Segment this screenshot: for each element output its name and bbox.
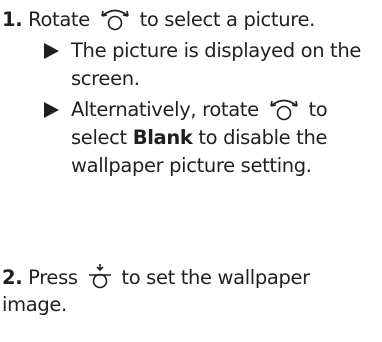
- press-dial-icon: [86, 263, 114, 297]
- rotate-dial-icon: [98, 7, 132, 39]
- step-number: 1.: [2, 8, 23, 31]
- bullet-text: to: [302, 98, 328, 121]
- bullet-arrow-icon: [44, 43, 59, 59]
- bullet-text: select: [71, 126, 133, 149]
- step-text: Rotate: [22, 8, 96, 31]
- bullet-2-line-2: select Blank to disable the: [71, 124, 327, 152]
- step-number: 2.: [2, 266, 23, 289]
- step-text: to select a picture.: [133, 8, 316, 31]
- blank-option-label: Blank: [132, 126, 193, 149]
- bullet-2-line-3: wallpaper picture setting.: [71, 154, 312, 177]
- step-text: to set the wallpaper: [115, 266, 310, 289]
- step-1-line-1: 1. Rotate to select a picture.: [2, 6, 315, 39]
- bullet-arrow-icon: [44, 102, 59, 118]
- bullet-text: Alternatively, rotate: [71, 98, 265, 121]
- step-text: Press: [22, 266, 84, 289]
- bullet-1-line-1: The picture is displayed on the: [71, 39, 362, 62]
- bullet-text: to disable the: [192, 126, 328, 149]
- bullet-1-line-2: screen.: [71, 67, 140, 90]
- step-2-line-2: image.: [2, 293, 67, 316]
